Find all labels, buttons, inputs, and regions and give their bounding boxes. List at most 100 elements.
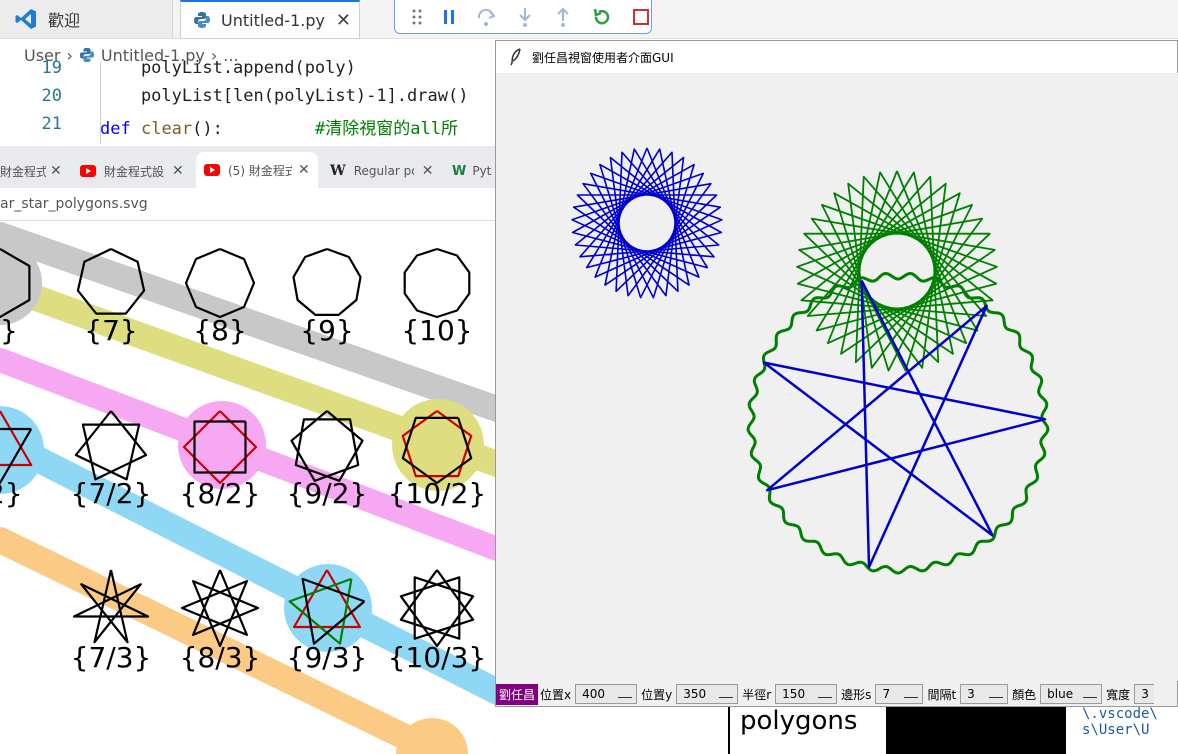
page-heading-fragment: polygons	[728, 706, 886, 754]
radius-value: 150	[782, 687, 806, 701]
tk-window: 劉任昌視窗使用者介面GUI 劉任昌 位置x 400 位置y 350 半徑r 15…	[495, 40, 1178, 707]
step-value: 3	[967, 687, 975, 701]
close-tab-icon[interactable]: ✕	[50, 163, 62, 179]
code-editor[interactable]: 19 polyList.append(poly) 20 polyList[len…	[0, 58, 500, 144]
tab-untitled-1[interactable]: Untitled-1.py ✕	[180, 0, 360, 39]
line-number: 19	[41, 58, 62, 78]
polygon-label: 6}	[0, 314, 18, 347]
youtube-icon	[204, 164, 220, 176]
browser-tab-active[interactable]: (5) 財金程式 ✕	[196, 152, 318, 188]
debug-toolbar	[394, 0, 652, 34]
width-value: 3	[1141, 687, 1149, 701]
tab-welcome[interactable]: 歡迎	[0, 0, 173, 38]
code-line: 21 def clear(): #清除視窗的all所	[0, 114, 500, 141]
drag-handle-icon[interactable]	[411, 7, 423, 27]
sides-value: 7	[882, 687, 891, 701]
label-sides: 邊形s	[841, 687, 872, 702]
polygon-label: {10/3}	[388, 641, 487, 674]
sides-select[interactable]: 7	[875, 684, 924, 704]
star-polygon	[292, 247, 362, 316]
code-line: 20 polyList[len(polyList)-1].draw()	[0, 86, 500, 113]
browser-tab-label: (5) 財金程式	[228, 163, 292, 178]
stop-icon[interactable]	[631, 7, 651, 27]
browser-tab-bar: 財金程式 ✕ 財金程式設 ✕ (5) 財金程式 ✕ W Regular po ✕…	[0, 146, 500, 188]
polygon-label: {7/2}	[71, 477, 152, 510]
code-punct: ():	[192, 119, 223, 139]
restart-icon[interactable]	[591, 6, 613, 28]
drawing-canvas	[496, 73, 1178, 681]
browser-tab[interactable]: W Pyt	[452, 156, 500, 186]
star-polygon	[403, 247, 471, 319]
tk-canvas[interactable]	[496, 73, 1178, 681]
browser-address-bar[interactable]: ar_star_polygons.svg	[0, 188, 500, 221]
code-comment: #清除視窗的all所	[315, 119, 458, 139]
tab-file-label: Untitled-1.py	[221, 10, 325, 30]
close-tab-icon[interactable]: ✕	[422, 163, 434, 179]
polygon-label: {9/2}	[287, 477, 368, 510]
close-tab-icon[interactable]: ✕	[298, 162, 310, 178]
tab-welcome-label: 歡迎	[48, 11, 81, 30]
polygon-label: {7/3}	[71, 641, 152, 674]
label-width: 寬度	[1106, 687, 1131, 702]
radius-select[interactable]: 150	[775, 684, 838, 704]
step-select[interactable]: 3	[960, 684, 1009, 704]
browser-page: 6} {7} {8} {9} {10} /2} {7/2} {8/2} {9/2} {10/2} {…	[0, 221, 500, 754]
dropdown-icon	[1083, 689, 1098, 698]
dark-panel	[886, 706, 1066, 754]
width-select[interactable]: 3	[1134, 684, 1155, 704]
color-value: blue	[1047, 687, 1074, 701]
editor-tab-bar: 歡迎 Untitled-1.py ✕	[0, 0, 1178, 39]
polygon-label: {8/2}	[180, 477, 261, 510]
browser-tab[interactable]: W Regular po ✕	[330, 156, 442, 186]
pause-icon[interactable]	[441, 7, 457, 27]
browser-tab-label: 財金程式	[0, 164, 46, 179]
terminal-fragment: \.vscode\ s\User\U	[1066, 706, 1178, 754]
terminal-line: s\User\U	[1082, 722, 1150, 738]
polygon-label: {7}	[84, 314, 137, 347]
browser-tab[interactable]: 財金程式 ✕	[0, 156, 70, 186]
pos-y-value: 350	[683, 687, 707, 701]
pos-y-select[interactable]: 350	[676, 684, 739, 704]
code-text: def clear(): #清除視窗的all所	[100, 114, 458, 139]
terminal-line: \.vscode\	[1082, 706, 1158, 722]
polygon-label: {8}	[193, 314, 246, 347]
browser-tab-label: Regular po	[353, 164, 414, 178]
url-text: ar_star_polygons.svg	[0, 196, 148, 212]
polygon-label: /2}	[0, 477, 23, 510]
author-label: 劉任昌	[496, 683, 539, 705]
w-icon: W	[452, 163, 467, 179]
color-select[interactable]: blue	[1040, 684, 1103, 704]
youtube-icon	[80, 165, 96, 177]
label-pos-x: 位置x	[540, 687, 572, 702]
label-step: 間隔t	[927, 687, 957, 702]
dropdown-icon	[989, 689, 1004, 698]
dropdown-icon	[618, 689, 633, 698]
browser-tab[interactable]: 財金程式設 ✕	[80, 156, 192, 186]
close-tab-icon[interactable]: ✕	[336, 10, 351, 31]
dropdown-icon	[904, 689, 919, 698]
dropdown-icon	[719, 689, 734, 698]
step-into-icon[interactable]	[515, 6, 535, 28]
wikipedia-icon: W	[330, 163, 346, 179]
pos-x-select[interactable]: 400	[575, 684, 638, 704]
code-text: polyList[len(polyList)-1].draw()	[100, 86, 469, 106]
star-polygons-figure: 6} {7} {8} {9} {10} /2} {7/2} {8/2} {9/2} {10/2} {…	[0, 222, 500, 754]
vscode-icon	[15, 9, 36, 29]
polygon-label: {8/3}	[180, 641, 261, 674]
step-over-icon[interactable]	[475, 6, 497, 28]
polygon-label: {10/2}	[388, 477, 487, 510]
dropdown-icon	[818, 689, 833, 698]
label-color: 顏色	[1012, 687, 1037, 702]
tk-titlebar[interactable]: 劉任昌視窗使用者介面GUI	[496, 41, 1177, 73]
browser-tab-label: Pyt	[472, 164, 492, 178]
function-name: clear	[140, 119, 193, 139]
pos-x-value: 400	[582, 687, 606, 701]
polygon-label: {9}	[300, 314, 353, 347]
tk-control-bar: 劉任昌 位置x 400 位置y 350 半徑r 150 邊形s 7 間隔t 3 …	[496, 681, 1178, 707]
close-tab-icon[interactable]: ✕	[172, 163, 184, 179]
label-radius: 半徑r	[742, 687, 772, 702]
keyword: def	[100, 119, 131, 139]
label-pos-y: 位置y	[641, 687, 673, 702]
step-out-icon[interactable]	[553, 6, 573, 28]
code-line: 19 polyList.append(poly)	[0, 58, 500, 85]
